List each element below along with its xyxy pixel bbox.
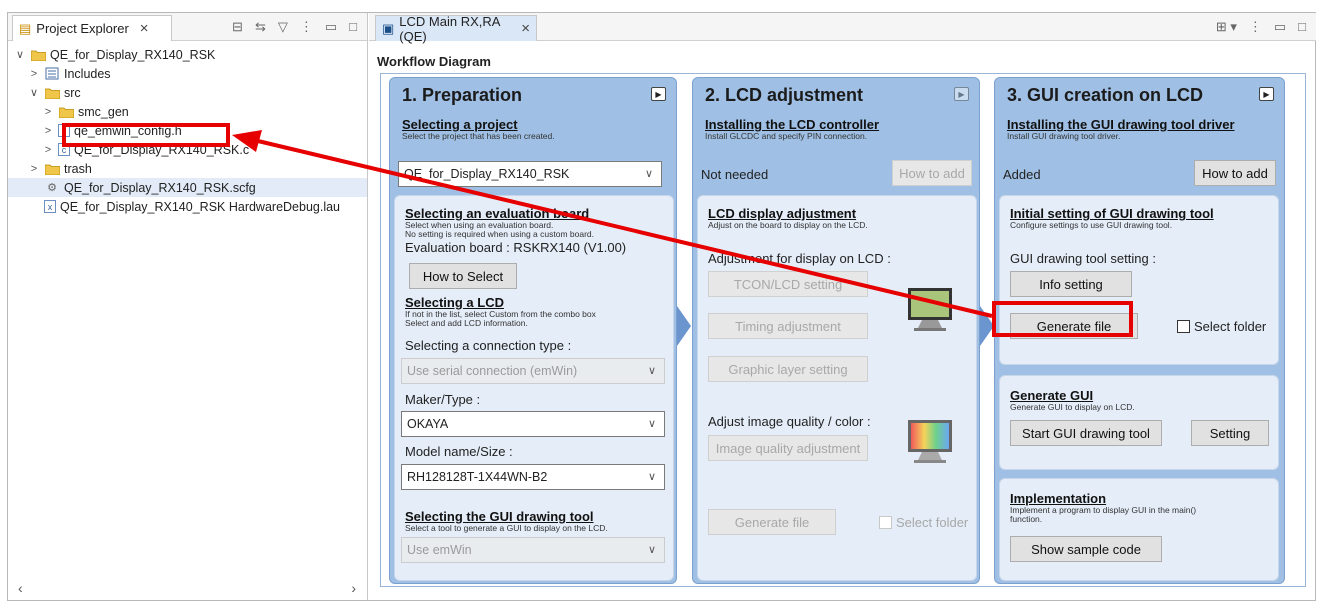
annotation-arrow (232, 130, 993, 318)
